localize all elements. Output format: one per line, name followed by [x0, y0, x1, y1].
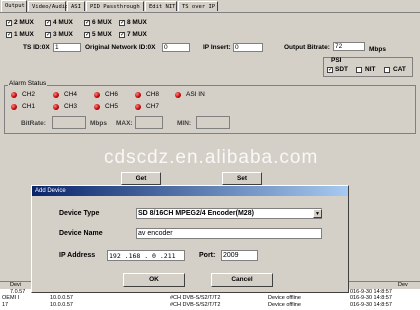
ch8-led-icon: [135, 92, 141, 98]
alarm-bitrate-value: [52, 116, 86, 129]
ip-address-label: IP Address: [59, 252, 96, 259]
log-cell: OEMI I: [2, 295, 20, 301]
mux-5-label: 5 MUX: [92, 31, 112, 38]
log-cell: 016-9-30 14:8:57: [350, 302, 392, 308]
log-header-dev: Dev: [398, 282, 408, 288]
ip-address-input[interactable]: 192 .168 . 0 .211: [107, 250, 185, 261]
alarm-min-value: [196, 116, 230, 129]
tab-asi[interactable]: ASI: [67, 1, 85, 11]
device-type-value: SD 8/16CH MPEG2/4 Encoder(M28): [138, 210, 254, 217]
asi-in-label: ASI IN: [186, 91, 205, 98]
ch6-led-icon: [94, 92, 100, 98]
onid-label: Original Network ID:0X: [85, 44, 156, 51]
ch4-led-icon: [53, 92, 59, 98]
mux-1-checkbox[interactable]: ✓: [6, 32, 12, 38]
asi-in-led-icon: [175, 92, 181, 98]
tab-video-audio[interactable]: Video/Audio: [28, 1, 68, 11]
cancel-button[interactable]: Cancel: [211, 273, 273, 287]
add-device-dialog: Add Device Device Type SD 8/16CH MPEG2/4…: [31, 185, 349, 293]
port-label: Port:: [199, 252, 216, 259]
mux-1-label: 1 MUX: [14, 31, 34, 38]
tab-pid-passthrough[interactable]: PID Passthrough: [86, 1, 144, 11]
watermark-text: cdscdz.en.alibaba.com: [104, 147, 319, 168]
table-row: 17 10.0.0.57 #CH DVB-S/S2/T/T2 Device of…: [0, 302, 420, 309]
log-cell: 10.0.0.57: [50, 295, 73, 301]
alarm-bitrate-label: BitRate:: [21, 120, 46, 127]
ch7-label: CH7: [146, 103, 160, 110]
mux-6-label: 6 MUX: [92, 19, 112, 26]
log-cell: #CH DVB-S/S2/T/T2: [170, 302, 221, 308]
ch3-label: CH3: [64, 103, 78, 110]
alarm-max-value: [135, 116, 163, 129]
psi-nit-checkbox[interactable]: [356, 67, 362, 73]
mux-6-checkbox[interactable]: ✓: [84, 20, 90, 26]
ok-button[interactable]: OK: [123, 273, 185, 287]
psi-cat-label: CAT: [393, 66, 406, 73]
chevron-down-icon[interactable]: ▼: [313, 209, 322, 218]
alarm-min-label: MIN:: [177, 120, 192, 127]
bitrate-input[interactable]: 72: [333, 42, 365, 51]
log-cell: Device offline: [268, 302, 301, 308]
table-row: OEMI I 10.0.0.57 #CH DVB-S/S2/T/T2 Devic…: [0, 295, 420, 302]
log-cell: #CH DVB-S/S2/T/T2: [170, 295, 221, 301]
ch2-label: CH2: [22, 91, 36, 98]
mux-3-checkbox[interactable]: ✓: [45, 32, 51, 38]
alarm-max-label: MAX:: [116, 120, 133, 127]
ch1-label: CH1: [22, 103, 36, 110]
mux-4-label: 4 MUX: [53, 19, 73, 26]
tab-bar: Output Video/Audio ASI PID Passthrough E…: [0, 0, 420, 13]
psi-label: PSI: [331, 57, 342, 64]
log-cell: 016-9-30 14:8:57: [350, 295, 392, 301]
bitrate-unit: Mbps: [369, 46, 386, 53]
tab-ts-over-ip[interactable]: TS over IP: [178, 1, 218, 11]
ch7-led-icon: [135, 104, 141, 110]
ts-id-input[interactable]: 1: [53, 43, 81, 52]
mux-8-label: 8 MUX: [127, 19, 147, 26]
ch3-led-icon: [53, 104, 59, 110]
ch1-led-icon: [11, 104, 17, 110]
bitrate-label: Output Bitrate:: [284, 44, 330, 51]
alarm-mbps-label: Mbps: [90, 120, 107, 127]
mux-7-label: 7 MUX: [127, 31, 147, 38]
mux-5-checkbox[interactable]: ✓: [84, 32, 90, 38]
ch6-label: CH6: [105, 91, 119, 98]
device-name-input[interactable]: av encoder: [136, 228, 322, 239]
get-button[interactable]: Get: [121, 172, 161, 185]
alarm-title: Alarm Status: [8, 80, 48, 87]
device-name-label: Device Name: [59, 230, 103, 237]
ch8-label: CH8: [146, 91, 160, 98]
log-cell: 10.0.0.57: [50, 302, 73, 308]
mux-4-checkbox[interactable]: ✓: [45, 20, 51, 26]
device-type-label: Device Type: [59, 210, 100, 217]
mux-3-label: 3 MUX: [53, 31, 73, 38]
log-cell: Device offline: [268, 295, 301, 301]
log-cell: 17: [2, 302, 9, 308]
device-type-select[interactable]: SD 8/16CH MPEG2/4 Encoder(M28): [136, 208, 322, 219]
psi-sdt-label: SDT: [335, 66, 348, 73]
mux-7-checkbox[interactable]: ✓: [119, 32, 125, 38]
set-button[interactable]: Set: [222, 172, 262, 185]
ts-id-label: TS ID:0X: [23, 44, 50, 51]
onid-input[interactable]: 0: [162, 43, 190, 52]
ch5-label: CH5: [105, 103, 119, 110]
dialog-title: Add Device: [32, 186, 348, 196]
port-input[interactable]: 2009: [221, 250, 258, 261]
ip-insert-label: IP Insert:: [203, 44, 231, 51]
tab-edit-nit[interactable]: Edit NIT: [145, 1, 177, 11]
psi-cat-checkbox[interactable]: [384, 67, 390, 73]
ch4-label: CH4: [64, 91, 78, 98]
mux-2-label: 2 MUX: [14, 19, 34, 26]
mux-2-checkbox[interactable]: ✓: [6, 20, 12, 26]
mux-8-checkbox[interactable]: ✓: [119, 20, 125, 26]
ch5-led-icon: [94, 104, 100, 110]
log-header-device: Devi: [10, 282, 22, 288]
ip-insert-input[interactable]: 0: [233, 43, 263, 52]
ch2-led-icon: [11, 92, 17, 98]
psi-nit-label: NIT: [365, 66, 376, 73]
tab-output[interactable]: Output: [1, 0, 27, 12]
psi-sdt-checkbox[interactable]: ✓: [327, 67, 333, 73]
